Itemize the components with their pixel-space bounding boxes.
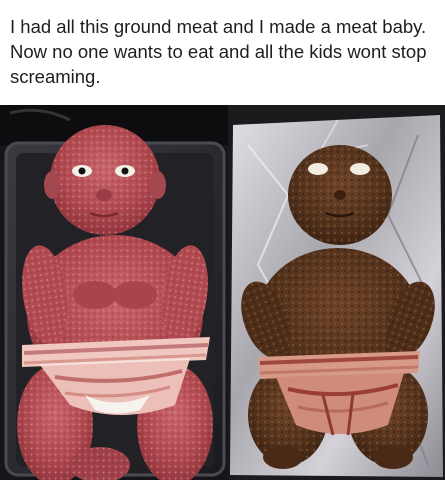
meme-post: I had all this ground meat and I made a …	[0, 0, 445, 480]
post-caption: I had all this ground meat and I made a …	[10, 16, 427, 87]
cooked-meat-baby-illustration	[228, 105, 445, 480]
photo-collage	[0, 105, 445, 480]
raw-meat-baby-photo	[0, 105, 228, 480]
cooked-meat-baby-photo	[228, 105, 445, 480]
raw-meat-baby-illustration	[0, 105, 228, 480]
